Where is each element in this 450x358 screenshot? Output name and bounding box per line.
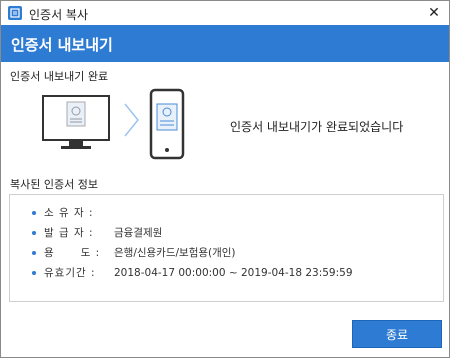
monitor-certificate-icon: [42, 95, 110, 149]
dialog-body: 인증서 내보내기 완료 인증서 내보내기가 완료되었습니다 복사된 인증서 정보…: [1, 62, 449, 357]
bullet-icon: [32, 250, 36, 255]
export-section-label: 인증서 내보내기 완료: [10, 70, 109, 83]
phone-certificate-icon: [149, 88, 185, 160]
close-button[interactable]: 종료: [352, 320, 442, 348]
header-title: 인증서 내보내기: [11, 36, 113, 54]
certificate-info-box: 소 유 자 : 발 급 자 : 금융결제원 용 도 : 은행/신용카드/보험용(…: [9, 194, 444, 302]
export-complete-message: 인증서 내보내기가 완료되었습니다: [230, 120, 404, 134]
bullet-icon: [32, 230, 36, 235]
header-bar: 인증서 내보내기: [1, 25, 449, 62]
info-value: 은행/신용카드/보험용(개인): [114, 247, 236, 259]
bullet-icon: [32, 270, 36, 275]
info-row-usage: 용 도 : 은행/신용카드/보험용(개인): [32, 245, 236, 260]
info-value: 2018-04-17 00:00:00 ~ 2019-04-18 23:59:5…: [114, 266, 353, 279]
info-value: 금융결제원: [114, 227, 163, 239]
window-title: 인증서 복사: [29, 8, 89, 22]
export-illustration: [42, 88, 185, 160]
certificate-copy-icon: [8, 6, 22, 20]
bullet-icon: [32, 210, 36, 215]
info-row-issuer: 발 급 자 : 금융결제원: [32, 225, 162, 240]
info-section-label: 복사된 인증서 정보: [10, 178, 98, 191]
info-row-validity: 유효기간 : 2018-04-17 00:00:00 ~ 2019-04-18 …: [32, 265, 353, 280]
info-row-owner: 소 유 자 :: [32, 205, 114, 220]
info-label: 발 급 자 :: [44, 227, 94, 239]
titlebar: 인증서 복사 ✕: [1, 1, 449, 25]
close-icon[interactable]: ✕: [423, 2, 445, 24]
dialog-window: 인증서 복사 ✕ 인증서 내보내기 인증서 내보내기 완료 인증서 내보내기가 …: [0, 0, 450, 358]
info-label: 소 유 자 :: [44, 207, 94, 219]
chevron-right-icon: [124, 103, 139, 137]
info-label: 유효기간 :: [44, 267, 96, 279]
info-label: 용 도 :: [44, 247, 101, 259]
